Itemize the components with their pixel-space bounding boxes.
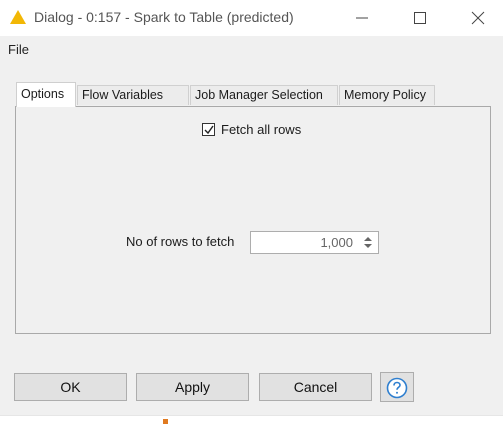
window-title: Dialog - 0:157 - Spark to Table (predict…: [34, 9, 294, 25]
maximize-button[interactable]: [398, 0, 442, 36]
rows-to-fetch-spinner[interactable]: 1,000: [250, 231, 379, 254]
cancel-button[interactable]: Cancel: [259, 373, 372, 401]
tab-flow-variables[interactable]: Flow Variables: [77, 85, 189, 105]
minimize-icon: [356, 17, 368, 19]
menu-file[interactable]: File: [8, 42, 29, 57]
status-marker: [163, 419, 168, 424]
ok-button[interactable]: OK: [14, 373, 127, 401]
apply-button[interactable]: Apply: [136, 373, 249, 401]
help-button[interactable]: [380, 372, 414, 402]
fetch-all-rows-label: Fetch all rows: [221, 122, 302, 137]
rows-to-fetch-label: No of rows to fetch: [126, 234, 235, 249]
warning-triangle-icon: [10, 10, 26, 24]
maximize-icon: [414, 12, 426, 24]
tab-job-manager-selection[interactable]: Job Manager Selection: [190, 85, 338, 105]
checkmark-icon: [204, 125, 214, 135]
rows-to-fetch-value[interactable]: 1,000: [320, 235, 353, 250]
help-question-icon: [386, 377, 408, 399]
tab-memory-policy[interactable]: Memory Policy: [339, 85, 435, 105]
menu-bar: File: [0, 36, 503, 64]
options-panel: Fetch all rows No of rows to fetch 1,000: [15, 106, 491, 334]
spinner-arrows-icon[interactable]: [361, 235, 375, 250]
close-icon: [471, 11, 485, 25]
fetch-all-rows-checkbox[interactable]: [202, 123, 215, 136]
close-button[interactable]: [456, 0, 500, 36]
tab-options[interactable]: Options: [16, 82, 76, 107]
title-bar: Dialog - 0:157 - Spark to Table (predict…: [0, 0, 503, 36]
minimize-button[interactable]: [340, 0, 384, 36]
